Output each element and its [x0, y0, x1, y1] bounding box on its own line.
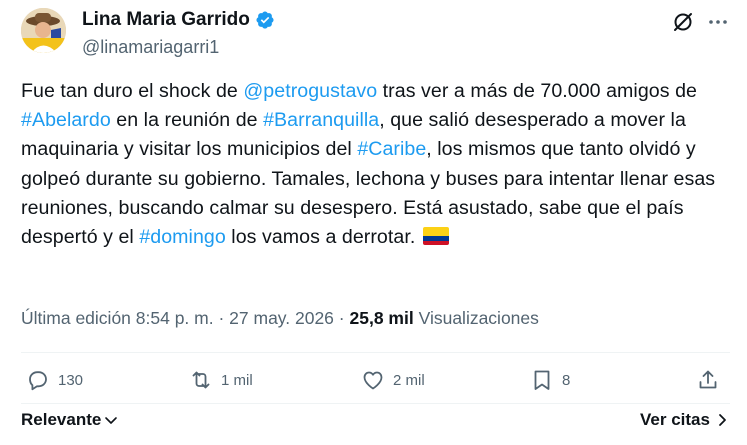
chevron-right-icon: [719, 414, 726, 426]
tweet-text-segment: tras ver a más de 70.000 amigos de: [377, 80, 697, 102]
hashtag-link[interactable]: #Abelardo: [21, 109, 111, 131]
divider: [21, 403, 730, 404]
repost-button[interactable]: 1 mil: [189, 368, 253, 392]
tweet-text: Fue tan duro el shock de @petrogustavo t…: [21, 77, 736, 252]
tweet-text-segment: los vamos a derrotar.: [225, 226, 421, 249]
meta-separator: ·: [218, 308, 225, 328]
repost-count: 1 mil: [221, 371, 253, 389]
edited-timestamp[interactable]: Última edición 8:54 p. m.: [21, 308, 214, 328]
divider: [21, 352, 730, 353]
tweet-date[interactable]: 27 may. 2026: [229, 308, 334, 328]
reply-button[interactable]: 130: [26, 368, 83, 392]
hashtag-link[interactable]: #Barranquilla: [263, 109, 379, 131]
more-options-icon[interactable]: [706, 10, 730, 34]
view-quotes-link[interactable]: Ver citas: [640, 410, 730, 430]
avatar-image: [21, 8, 66, 53]
grok-icon[interactable]: [671, 10, 695, 34]
reply-count: 130: [58, 371, 84, 389]
sort-label: Relevante: [21, 410, 102, 429]
author-name[interactable]: Lina Maria Garrido: [82, 9, 250, 31]
share-button[interactable]: [696, 368, 720, 392]
repost-icon: [192, 371, 210, 389]
meta-separator: ·: [338, 308, 345, 328]
avatar[interactable]: [21, 8, 66, 53]
bookmark-count: 8: [562, 371, 571, 389]
heart-icon: [363, 371, 383, 390]
hashtag-link[interactable]: #domingo: [139, 226, 225, 248]
views-label: Visualizaciones: [418, 308, 539, 328]
like-count: 2 mil: [393, 371, 425, 389]
view-quotes-label: Ver citas: [640, 410, 710, 429]
mention-link[interactable]: @petrogustavo: [243, 80, 377, 102]
sort-dropdown[interactable]: Relevante: [21, 410, 119, 430]
tweet-text-segment: Fue tan duro el shock de: [21, 80, 244, 102]
chevron-down-icon: [105, 417, 118, 424]
bookmark-icon: [534, 370, 550, 390]
tweet-meta: Última edición 8:54 p. m. · 27 may. 2026…: [21, 308, 539, 329]
reply-icon: [29, 371, 47, 391]
share-icon: [699, 370, 717, 389]
hashtag-link[interactable]: #Caribe: [357, 138, 426, 160]
bookmark-button[interactable]: 8: [530, 368, 570, 392]
tweet-text-segment: en la reunión de: [110, 109, 264, 132]
colombia-flag-icon: [422, 227, 449, 246]
like-button[interactable]: 2 mil: [361, 368, 425, 392]
author-handle[interactable]: @linamariagarri1: [82, 37, 219, 58]
verified-badge-icon: [256, 11, 274, 29]
views-count: 25,8 mil: [349, 308, 414, 328]
tweet-card: Lina Maria Garrido @linamariagarri1 Fue …: [0, 0, 747, 445]
